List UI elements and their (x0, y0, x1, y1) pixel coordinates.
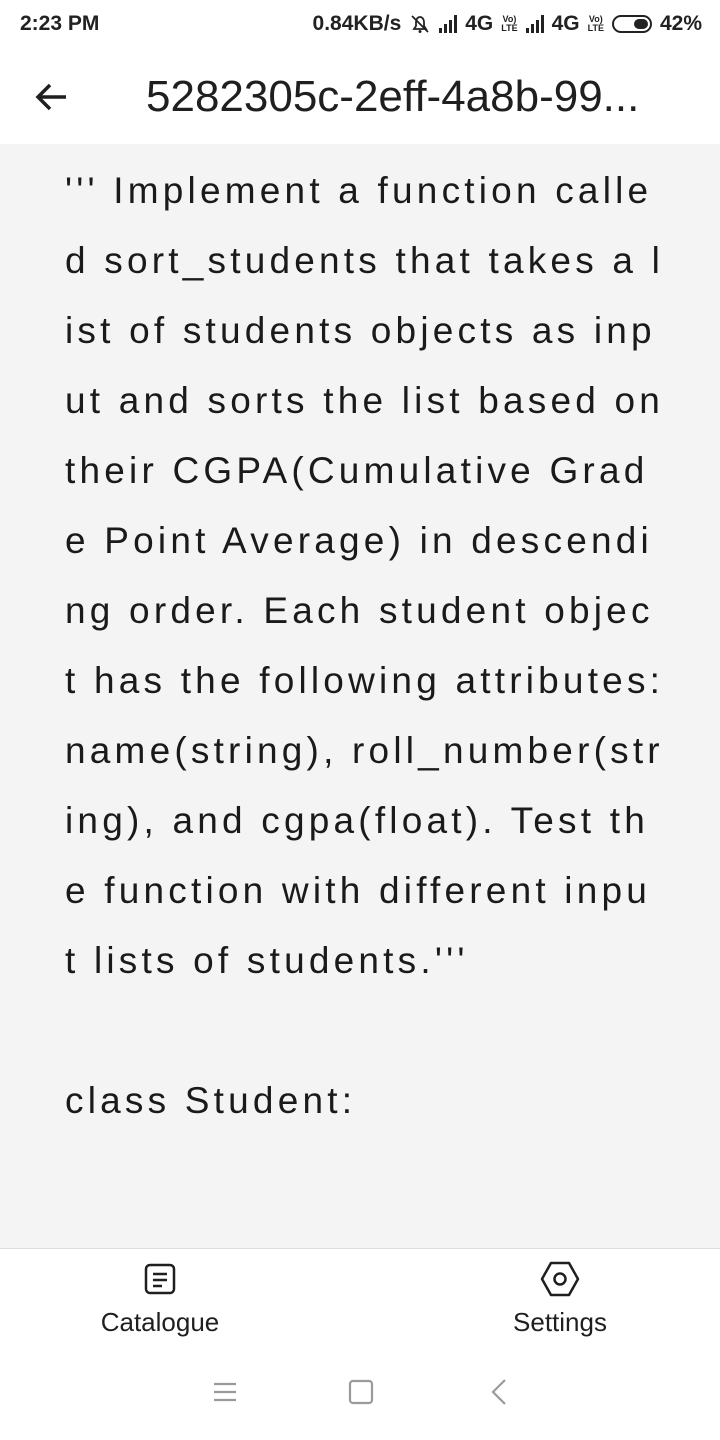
battery-percent: 42% (659, 12, 702, 35)
nav-label-catalogue: Catalogue (100, 1307, 220, 1337)
network-speed: 0.84KB/s (312, 12, 402, 35)
content-area[interactable]: ''' Implement a function called sort_stu… (0, 144, 720, 1248)
document-icon (144, 1263, 176, 1295)
content-text: ''' Implement a function called sort_stu… (65, 170, 665, 1121)
home-square-icon[interactable] (343, 1374, 379, 1410)
mute-bell-icon (411, 15, 429, 33)
network-type-2: 4G (551, 12, 580, 35)
status-bar: 2:23 PM 0.84KB/s 4G Vo) LTE 4G Vo) LTE 42% (0, 0, 720, 50)
arrow-left-icon (35, 83, 66, 111)
nav-item-settings[interactable]: Settings (460, 1249, 660, 1345)
bottom-nav: Catalogue Settings (0, 1248, 720, 1344)
system-nav-bar (0, 1344, 720, 1440)
nav-label-settings: Settings (513, 1307, 607, 1337)
page-title: 5282305c-2eff-4a8b-99... (146, 72, 640, 121)
back-chevron-icon[interactable] (482, 1374, 518, 1410)
volte-icon-2: Vo) LTE (587, 14, 604, 33)
volte-icon: Vo) LTE (501, 14, 518, 33)
status-icons: 0.84KB/s 4G Vo) LTE 4G Vo) LTE 42% (313, 12, 702, 36)
status-time: 2:23 PM (20, 12, 100, 35)
battery-icon (611, 15, 652, 33)
network-type-1: 4G (465, 12, 494, 35)
menu-icon[interactable] (207, 1374, 243, 1410)
signal-strength-icon (439, 15, 458, 33)
back-button[interactable] (26, 72, 78, 122)
hexagon-gear-icon (540, 1261, 580, 1297)
app-bar: 5282305c-2eff-4a8b-99... (0, 50, 720, 144)
nav-item-catalogue[interactable]: Catalogue (60, 1249, 260, 1345)
signal-strength-icon-2 (525, 15, 544, 33)
